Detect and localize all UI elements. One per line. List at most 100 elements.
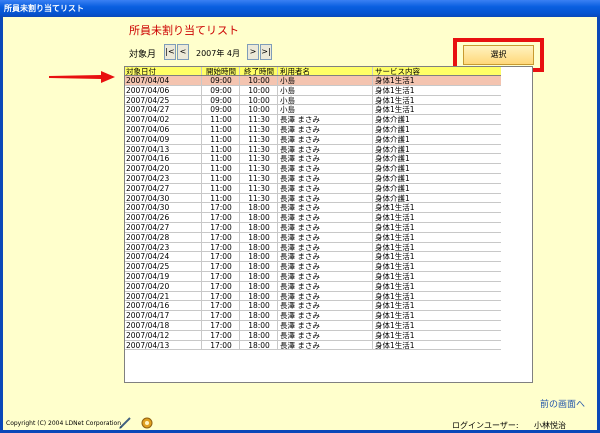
cell-end-time: 18:00	[240, 311, 278, 320]
table-row[interactable]: 2007/04/16 11:00 11:30 長澤 まさみ 身体介護1	[125, 154, 501, 165]
cell-service: 身体1生活1	[375, 262, 415, 271]
cell-service: 身体1生活1	[375, 330, 415, 340]
cell-start-time: 11:00	[202, 193, 240, 203]
table-row[interactable]: 2007/04/13 17:00 18:00 長澤 まさみ 身体1生活1	[125, 340, 501, 351]
table-row[interactable]: 2007/04/04 09:00 10:00 小島 身体1生活1	[125, 76, 501, 86]
column-header-date[interactable]: 対象日付	[125, 67, 202, 75]
table-row[interactable]: 2007/04/27 09:00 10:00 小島 身体1生活1	[125, 105, 501, 116]
login-user-name: 小林悦治	[534, 421, 566, 430]
table-row[interactable]: 2007/04/27 11:00 11:30 長澤 まさみ 身体介護1	[125, 183, 501, 194]
cell-service: 身体1生活1	[375, 252, 415, 262]
table-body: 対象日付 開始時間 終了時間 利用者名 サービス内容 2007/04/04 09:00 10:…	[125, 67, 501, 351]
last-month-button[interactable]: >|	[260, 44, 272, 60]
next-month-button[interactable]: >	[247, 44, 259, 60]
cell-service: 身体介護1	[375, 173, 410, 183]
column-header-start[interactable]: 開始時間	[202, 67, 240, 75]
cell-date: 2007/04/25	[125, 95, 202, 105]
table-row[interactable]: 2007/04/23 11:00 11:30 長澤 まさみ 身体介護1	[125, 173, 501, 184]
cell-start-time: 17:00	[202, 291, 240, 301]
cell-user-name: 長澤 まさみ	[278, 144, 373, 154]
table-row[interactable]: 2007/04/09 11:00 11:30 長澤 まさみ 身体介護1	[125, 134, 501, 145]
table-row[interactable]: 2007/04/30 17:00 18:00 長澤 まさみ 身体1生活1	[125, 203, 501, 214]
coin-icon[interactable]	[140, 416, 154, 430]
first-month-button[interactable]: |<	[164, 44, 176, 60]
cell-user-name: 長澤 まさみ	[278, 291, 373, 301]
cell-start-time: 17:00	[202, 222, 240, 232]
cell-service: 身体介護1	[375, 144, 410, 154]
cell-end-time: 11:30	[240, 154, 278, 164]
table-row[interactable]: 2007/04/02 11:00 11:30 長澤 まさみ 身体介護1	[125, 115, 501, 125]
cell-date: 2007/04/12	[125, 330, 202, 340]
cell-date: 2007/04/30	[125, 193, 202, 203]
table-row[interactable]: 2007/04/16 17:00 18:00 長澤 まさみ 身体1生活1	[125, 301, 501, 312]
cell-user-name: 長澤 まさみ	[278, 281, 373, 291]
cell-end-time: 11:30	[240, 115, 278, 124]
cell-service: 身体1生活1	[375, 76, 415, 85]
window-title-bar: 所員未割り当てリスト	[0, 0, 600, 17]
table-row[interactable]: 2007/04/06 11:00 11:30 長澤 まさみ 身体介護1	[125, 124, 501, 135]
cell-service: 身体1生活1	[375, 232, 415, 242]
cell-date: 2007/04/13	[125, 340, 202, 350]
cell-date: 2007/04/19	[125, 271, 202, 281]
table-row[interactable]: 2007/04/30 11:00 11:30 長澤 まさみ 身体介護1	[125, 193, 501, 204]
table-row[interactable]: 2007/04/20 11:00 11:30 長澤 まさみ 身体介護1	[125, 164, 501, 174]
table-row[interactable]: 2007/04/17 17:00 18:00 長澤 まさみ 身体1生活1	[125, 311, 501, 321]
window-title: 所員未割り当てリスト	[4, 4, 84, 13]
cell-service: 身体介護1	[375, 134, 410, 144]
cell-start-time: 17:00	[202, 301, 240, 311]
cell-start-time: 11:00	[202, 183, 240, 193]
cell-date: 2007/04/13	[125, 144, 202, 154]
table-row[interactable]: 2007/04/24 17:00 18:00 長澤 まさみ 身体1生活1	[125, 252, 501, 263]
column-header-end[interactable]: 終了時間	[240, 67, 278, 75]
table-row[interactable]: 2007/04/25 09:00 10:00 小島 身体1生活1	[125, 95, 501, 106]
prev-month-button[interactable]: <	[177, 44, 189, 60]
login-user-label: ログインユーザー:	[452, 421, 519, 430]
cell-end-time: 18:00	[240, 262, 278, 271]
table-row[interactable]: 2007/04/19 17:00 18:00 長澤 まさみ 身体1生活1	[125, 271, 501, 282]
cell-user-name: 長澤 まさみ	[278, 115, 373, 124]
cell-date: 2007/04/24	[125, 252, 202, 262]
cell-service: 身体1生活1	[375, 95, 415, 105]
cell-user-name: 小島	[278, 105, 373, 115]
cell-start-time: 17:00	[202, 232, 240, 242]
cell-service: 身体介護1	[375, 164, 410, 173]
cell-date: 2007/04/20	[125, 164, 202, 173]
cell-service: 身体1生活1	[375, 242, 415, 252]
table-row[interactable]: 2007/04/06 09:00 10:00 小島 身体1生活1	[125, 85, 501, 96]
column-header-user[interactable]: 利用者名	[278, 67, 373, 75]
select-button[interactable]: 選択	[463, 45, 534, 65]
pen-icon[interactable]	[118, 416, 132, 430]
table-row[interactable]: 2007/04/25 17:00 18:00 長澤 まさみ 身体1生活1	[125, 262, 501, 272]
prev-screen-link[interactable]: 前の画面へ	[540, 397, 585, 410]
cell-start-time: 11:00	[202, 154, 240, 164]
table-row[interactable]: 2007/04/26 17:00 18:00 長澤 まさみ 身体1生活1	[125, 213, 501, 223]
cell-end-time: 18:00	[240, 232, 278, 242]
table-row[interactable]: 2007/04/27 17:00 18:00 長澤 まさみ 身体1生活1	[125, 222, 501, 233]
cell-user-name: 長澤 まさみ	[278, 320, 373, 330]
cell-start-time: 11:00	[202, 173, 240, 183]
cell-user-name: 長澤 まさみ	[278, 271, 373, 281]
table-row[interactable]: 2007/04/21 17:00 18:00 長澤 まさみ 身体1生活1	[125, 291, 501, 302]
table-row[interactable]: 2007/04/20 17:00 18:00 長澤 まさみ 身体1生活1	[125, 281, 501, 292]
cell-start-time: 09:00	[202, 85, 240, 95]
cell-user-name: 長澤 まさみ	[278, 193, 373, 203]
cell-start-time: 11:00	[202, 144, 240, 154]
cell-date: 2007/04/27	[125, 183, 202, 193]
cell-date: 2007/04/30	[125, 203, 202, 213]
table-row[interactable]: 2007/04/18 17:00 18:00 長澤 まさみ 身体1生活1	[125, 320, 501, 331]
assignment-table[interactable]: 対象日付 開始時間 終了時間 利用者名 サービス内容 2007/04/04 09:00 10:…	[124, 66, 533, 383]
table-row[interactable]: 2007/04/23 17:00 18:00 長澤 まさみ 身体1生活1	[125, 242, 501, 253]
table-row[interactable]: 2007/04/13 11:00 11:30 長澤 まさみ 身体介護1	[125, 144, 501, 155]
cell-start-time: 17:00	[202, 340, 240, 350]
column-header-service[interactable]: サービス内容	[373, 67, 501, 75]
cell-start-time: 11:00	[202, 134, 240, 144]
cell-service: 身体1生活1	[375, 203, 415, 213]
cell-service: 身体1生活1	[375, 340, 415, 350]
cell-end-time: 11:30	[240, 124, 278, 134]
table-row[interactable]: 2007/04/12 17:00 18:00 長澤 まさみ 身体1生活1	[125, 330, 501, 341]
cell-user-name: 長澤 まさみ	[278, 183, 373, 193]
table-row[interactable]: 2007/04/28 17:00 18:00 長澤 まさみ 身体1生活1	[125, 232, 501, 243]
cell-user-name: 長澤 まさみ	[278, 124, 373, 134]
table-header-row: 対象日付 開始時間 終了時間 利用者名 サービス内容	[125, 67, 501, 76]
cell-start-time: 17:00	[202, 262, 240, 271]
